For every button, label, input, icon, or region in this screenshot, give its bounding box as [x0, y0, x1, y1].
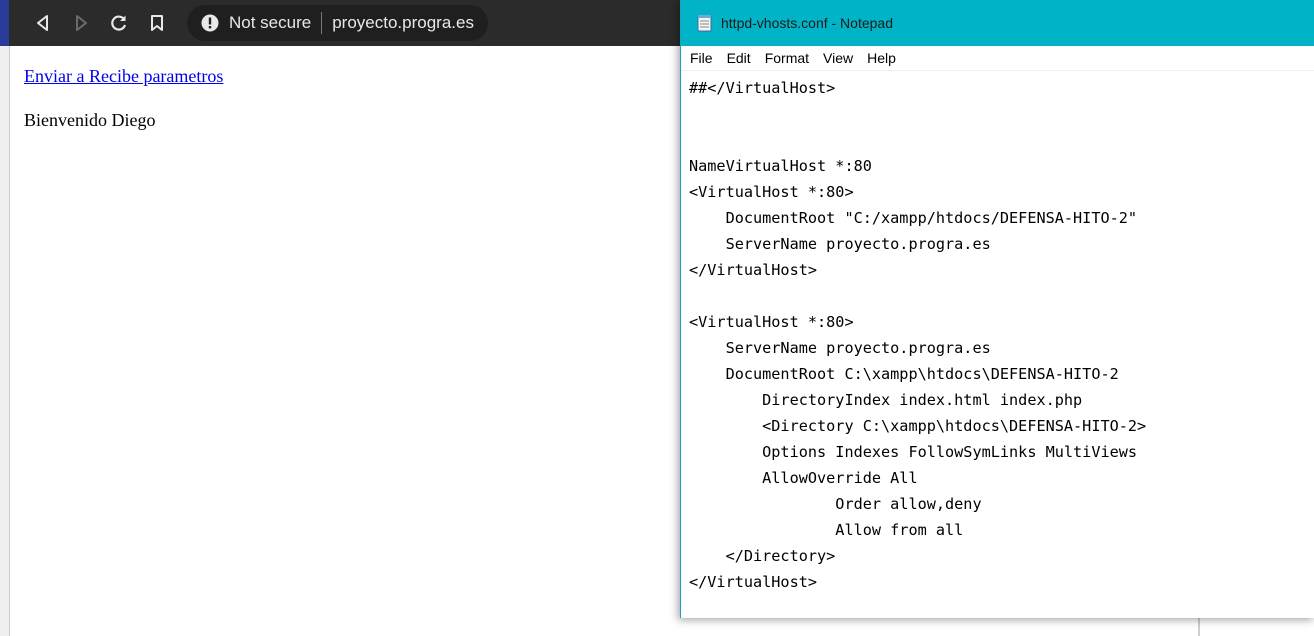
text-line: <VirtualHost *:80>	[689, 183, 854, 201]
text-line: <Directory C:\xampp\htdocs\DEFENSA-HITO-…	[689, 417, 1147, 435]
url-text[interactable]: proyecto.progra.es	[332, 13, 474, 33]
notepad-icon	[697, 15, 712, 32]
window-edge	[0, 0, 10, 636]
notepad-titlebar[interactable]: httpd-vhosts.conf - Notepad	[681, 0, 1314, 46]
notepad-text-area[interactable]: ##</VirtualHost> NameVirtualHost *:80 <Vi…	[681, 71, 1314, 595]
forward-button[interactable]	[67, 9, 95, 37]
text-line: Options Indexes FollowSymLinks MultiView…	[689, 443, 1138, 461]
back-button[interactable]	[29, 9, 57, 37]
back-icon	[37, 15, 48, 31]
text-line: </VirtualHost>	[689, 573, 818, 591]
text-line: DirectoryIndex index.html index.php	[689, 391, 1083, 409]
text-line: AllowOverride All	[689, 469, 918, 487]
menu-help[interactable]: Help	[867, 50, 896, 66]
text-line: DocumentRoot "C:/xampp/htdocs/DEFENSA-HI…	[689, 209, 1138, 227]
text-line: Allow from all	[689, 521, 964, 539]
text-line: ServerName proyecto.progra.es	[689, 339, 991, 357]
menu-view[interactable]: View	[823, 50, 853, 66]
notepad-title: httpd-vhosts.conf - Notepad	[721, 15, 893, 31]
text-line	[689, 127, 1314, 153]
notepad-menubar: File Edit Format View Help	[681, 46, 1314, 71]
menu-file[interactable]: File	[690, 50, 713, 66]
reload-icon	[111, 15, 127, 31]
window-border	[1198, 618, 1200, 636]
menu-format[interactable]: Format	[765, 50, 809, 66]
omnibox-separator	[321, 12, 323, 34]
greeting-text: Bienvenido Diego	[24, 110, 156, 130]
notepad-window: httpd-vhosts.conf - Notepad File Edit Fo…	[680, 0, 1314, 618]
text-line: NameVirtualHost *:80	[689, 157, 872, 175]
menu-edit[interactable]: Edit	[727, 50, 751, 66]
text-line: ServerName proyecto.progra.es	[689, 235, 991, 253]
page-content: Enviar a Recibe parametros Bienvenido Di…	[24, 66, 223, 131]
warning-icon	[201, 14, 219, 32]
enviar-link[interactable]: Enviar a Recibe parametros	[24, 66, 223, 87]
text-line: <VirtualHost *:80>	[689, 313, 854, 331]
text-line: </Directory>	[689, 547, 836, 565]
bookmark-icon	[151, 15, 163, 31]
text-line: </VirtualHost>	[689, 261, 818, 279]
address-bar[interactable]: Not secure proyecto.progra.es	[187, 5, 488, 41]
text-line	[689, 101, 1314, 127]
text-line: Order allow,deny	[689, 495, 982, 513]
text-line: DocumentRoot C:\xampp\htdocs\DEFENSA-HIT…	[689, 365, 1119, 383]
text-line	[689, 283, 1314, 309]
bookmark-button[interactable]	[143, 9, 171, 37]
forward-icon	[76, 15, 87, 31]
text-line: ##</VirtualHost>	[689, 79, 836, 97]
reload-button[interactable]	[105, 9, 133, 37]
window-edge-accent	[0, 0, 9, 46]
security-label[interactable]: Not secure	[229, 13, 311, 33]
